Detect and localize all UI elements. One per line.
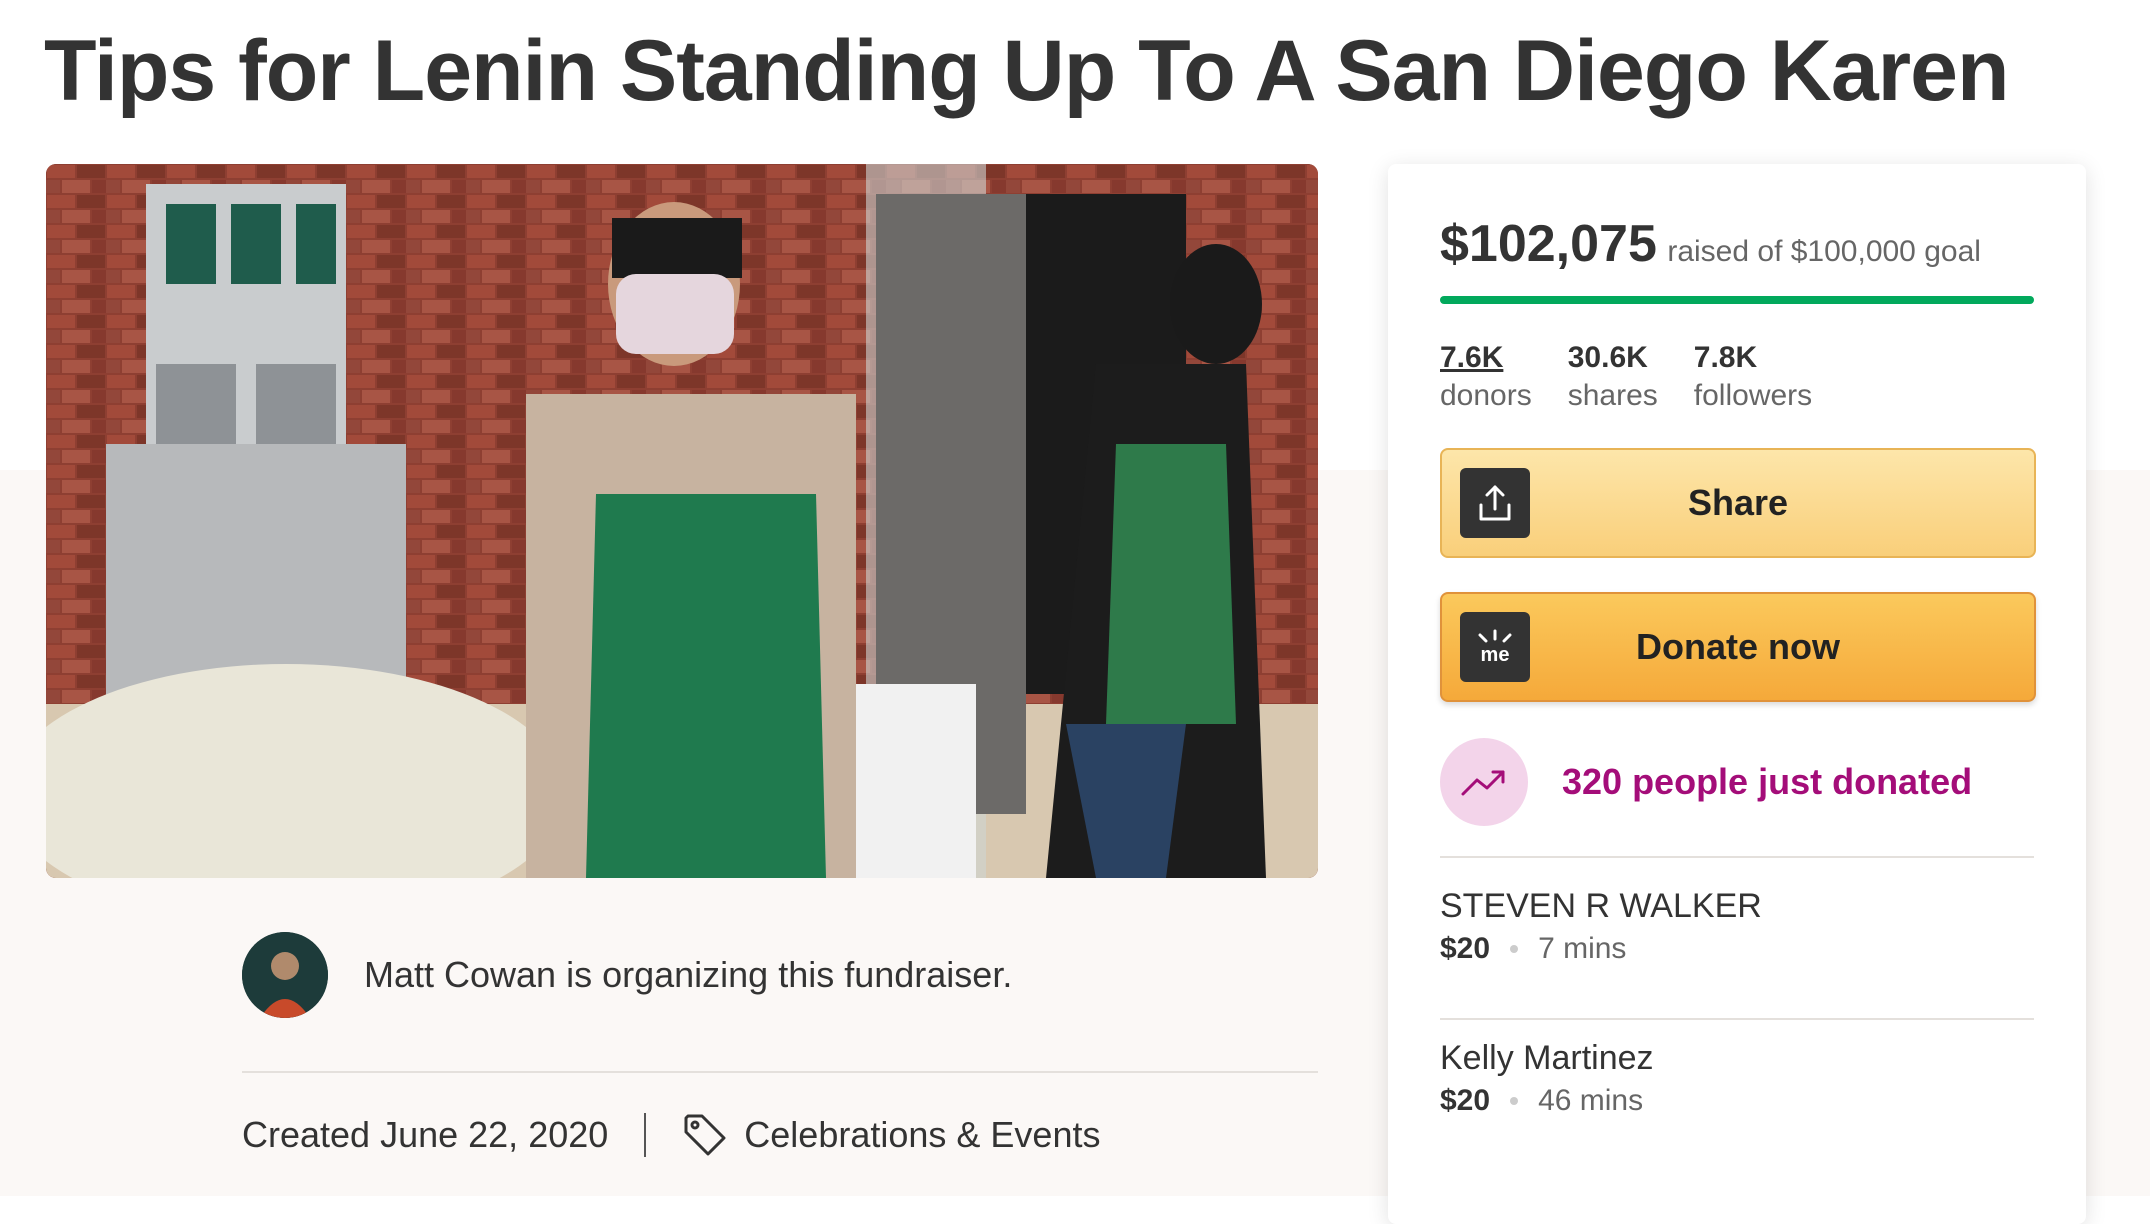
donation-time: 46 mins bbox=[1538, 1084, 1644, 1117]
meta-separator bbox=[644, 1113, 647, 1157]
goal-text: raised of $100,000 goal bbox=[1667, 235, 1981, 268]
created-date: Created June 22, 2020 bbox=[242, 1114, 609, 1155]
gofundme-logo-icon: me bbox=[1460, 612, 1530, 682]
recent-donations-trend: 320 people just donated bbox=[1440, 738, 1972, 826]
progress-bar bbox=[1440, 296, 2034, 304]
separator-dot bbox=[1510, 1097, 1519, 1105]
stat-value: 7.8K bbox=[1693, 341, 1758, 374]
donation-sidebar: $102,075 raised of $100,000 goal 7.6K do… bbox=[1388, 164, 2086, 1224]
progress-fill bbox=[1440, 296, 2034, 304]
donation-amount: $20 bbox=[1440, 1084, 1491, 1117]
stat-label: donors bbox=[1440, 379, 1532, 412]
stat-followers: 7.8K followers bbox=[1694, 340, 1812, 416]
organizer-text: Matt Cowan is organizing this fundraiser… bbox=[364, 954, 1013, 995]
stat-value: 30.6K bbox=[1567, 341, 1648, 374]
donation-amount: $20 bbox=[1440, 932, 1491, 965]
stat-value[interactable]: 7.6K bbox=[1440, 340, 1532, 376]
divider bbox=[1440, 1018, 2034, 1020]
donate-label: Donate now bbox=[1636, 626, 1840, 667]
page-title: Tips for Lenin Standing Up To A San Dieg… bbox=[44, 23, 2010, 119]
donor-name: STEVEN R WALKER bbox=[1440, 887, 1762, 925]
donation-time: 7 mins bbox=[1538, 932, 1627, 965]
campaign-photo[interactable] bbox=[46, 164, 1318, 878]
trending-up-icon bbox=[1440, 738, 1528, 826]
divider bbox=[242, 1071, 1318, 1073]
share-button[interactable]: Share bbox=[1440, 448, 2036, 558]
separator-dot bbox=[1510, 945, 1519, 953]
donation-item: STEVEN R WALKER $20 7 mins bbox=[1440, 884, 1762, 966]
stat-label: shares bbox=[1567, 379, 1658, 412]
divider bbox=[1440, 856, 2034, 858]
share-label: Share bbox=[1687, 482, 1789, 523]
donation-item: Kelly Martinez $20 46 mins bbox=[1440, 1036, 1654, 1118]
donate-button[interactable]: me Donate now bbox=[1440, 592, 2036, 702]
trend-text: 320 people just donated bbox=[1562, 761, 1973, 802]
stat-shares: 30.6K shares bbox=[1568, 340, 1658, 416]
share-icon bbox=[1460, 468, 1530, 538]
campaign-meta: Created June 22, 2020 Celebrations & Eve… bbox=[242, 1112, 1100, 1158]
organizer-avatar[interactable] bbox=[242, 932, 328, 1018]
stat-donors[interactable]: 7.6K donors bbox=[1440, 340, 1532, 416]
tag-icon bbox=[682, 1112, 728, 1158]
stat-label: followers bbox=[1693, 379, 1813, 412]
amount-raised: $102,075 raised of $100,000 goal bbox=[1440, 214, 1981, 274]
donor-name: Kelly Martinez bbox=[1440, 1039, 1654, 1077]
organizer-row: Matt Cowan is organizing this fundraiser… bbox=[242, 932, 1012, 1018]
stats-row: 7.6K donors 30.6K shares 7.8K followers bbox=[1440, 340, 1848, 416]
category-link[interactable]: Celebrations & Events bbox=[744, 1114, 1100, 1156]
svg-text:me: me bbox=[1481, 644, 1510, 666]
raised-amount: $102,075 bbox=[1440, 215, 1657, 273]
